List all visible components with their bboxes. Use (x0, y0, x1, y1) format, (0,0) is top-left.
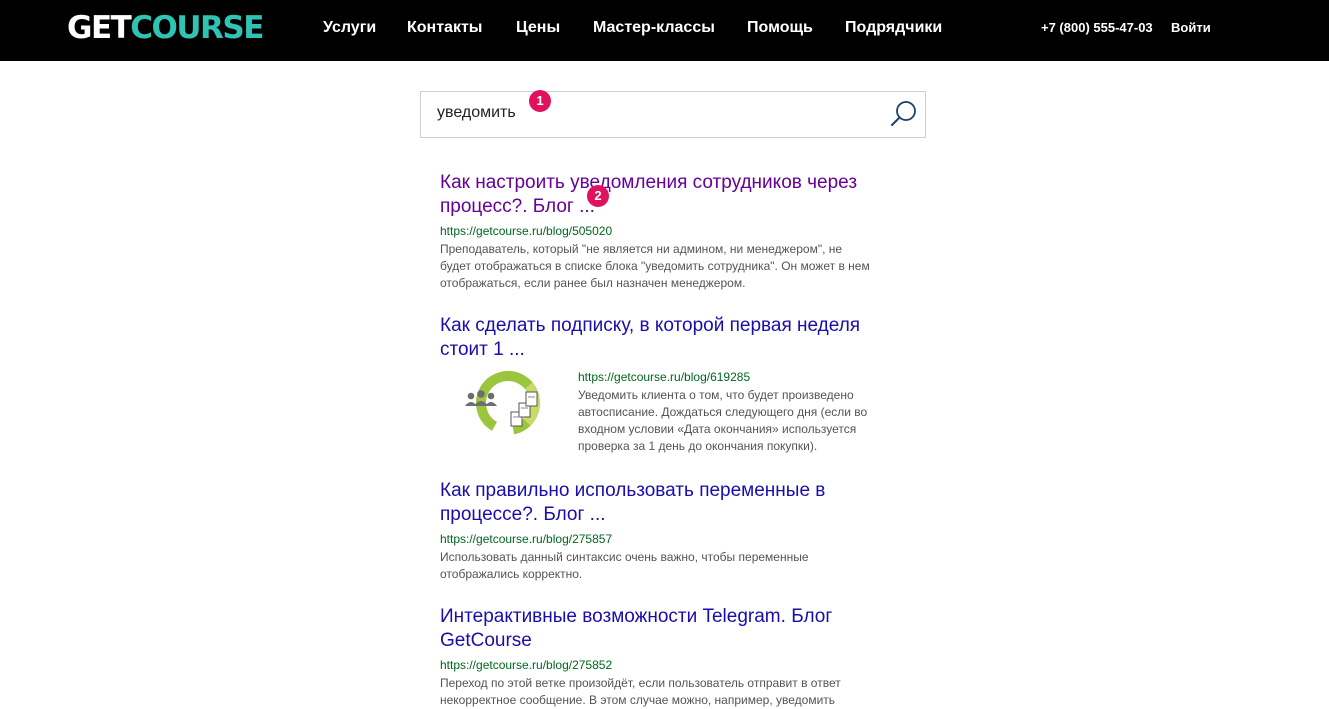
search-result: Как сделать подписку, в которой первая н… (440, 314, 910, 453)
snippet-line: Уведомить клиента о том, что будет произ… (578, 388, 854, 402)
search-result: Как правильно использовать переменные в … (440, 479, 910, 583)
step-badge-2: 2 (587, 185, 609, 207)
nav-contractors[interactable]: Подрядчики (845, 18, 942, 38)
result-snippet: Использовать данный синтаксис очень важн… (440, 549, 910, 583)
result-side-content: https://getcourse.ru/blog/619285 Уведоми… (578, 370, 908, 455)
snippet-line: Преподаватель, который "не является ни а… (440, 242, 843, 256)
step-badge-1: 1 (529, 90, 551, 112)
result-thumbnail[interactable] (440, 368, 564, 438)
subscription-cycle-image (440, 368, 564, 438)
snippet-line: автосписание. Дождаться следующего дня (… (578, 405, 868, 419)
nav-prices[interactable]: Цены (516, 18, 560, 38)
result-title-link[interactable]: Как настроить уведомления сотрудников че… (440, 171, 910, 219)
snippet-line: отображались корректно. (440, 567, 583, 581)
snippet-line: входном условии «Дата окончания» использ… (578, 422, 857, 436)
result-url[interactable]: https://getcourse.ru/blog/505020 (440, 224, 910, 239)
search-button[interactable] (889, 99, 919, 129)
result-title-line: Как настроить уведомления сотрудников че… (440, 172, 858, 193)
snippet-line: проверка за 1 день до окончания покупки)… (578, 439, 818, 453)
snippet-line: Переход по этой ветке произойдёт, если п… (440, 676, 841, 690)
result-url[interactable]: https://getcourse.ru/blog/619285 (578, 370, 908, 385)
search-box (420, 91, 926, 138)
result-snippet: Преподаватель, который "не является ни а… (440, 241, 910, 292)
login-link[interactable]: Войти (1171, 19, 1211, 36)
result-title-line: Интерактивные возможности Telegram. Блог (440, 606, 833, 627)
snippet-line: некорректное сообщение. В этом случае мо… (440, 693, 836, 707)
nav-masterclasses[interactable]: Мастер-классы (593, 18, 715, 38)
nav-contacts[interactable]: Контакты (407, 18, 482, 38)
result-title-line: процессе?. Блог ... (440, 504, 606, 525)
phone-number[interactable]: +7 (800) 555-47-03 (1041, 19, 1153, 36)
result-title-link[interactable]: Интерактивные возможности Telegram. Блог… (440, 605, 910, 653)
result-url[interactable]: https://getcourse.ru/blog/275852 (440, 658, 910, 673)
logo-course-text: COURSE (130, 10, 264, 46)
search-icon (891, 101, 916, 126)
result-snippet: Уведомить клиента о том, что будет произ… (578, 387, 908, 455)
nav-services[interactable]: Услуги (323, 18, 376, 38)
result-title-line: стоит 1 ... (440, 339, 525, 360)
snippet-line: отображаться, если ранее был назначен ме… (440, 276, 746, 290)
result-snippet: Переход по этой ветке произойдёт, если п… (440, 675, 910, 709)
result-title-link[interactable]: Как сделать подписку, в которой первая н… (440, 314, 910, 362)
getcourse-logo[interactable]: GETCOURSE (67, 10, 264, 46)
snippet-line: Использовать данный синтаксис очень важн… (440, 550, 809, 564)
search-input[interactable] (437, 102, 877, 124)
top-header: GETCOURSE Услуги Контакты Цены Мастер-кл… (0, 0, 1329, 61)
search-result: Как настроить уведомления сотрудников че… (440, 171, 910, 292)
nav-help[interactable]: Помощь (747, 18, 813, 38)
result-url[interactable]: https://getcourse.ru/blog/275857 (440, 532, 910, 547)
logo-get-text: GET (67, 10, 132, 46)
search-result: Интерактивные возможности Telegram. Блог… (440, 605, 910, 709)
result-title-line: GetCourse (440, 630, 532, 651)
result-title-line: Как сделать подписку, в которой первая н… (440, 315, 861, 336)
result-title-link[interactable]: Как правильно использовать переменные в … (440, 479, 910, 527)
result-title-line: Как правильно использовать переменные в (440, 480, 826, 501)
snippet-line: будет отображаться в списке блока "уведо… (440, 259, 870, 273)
result-title-line: процесс?. Блог ... (440, 196, 595, 217)
